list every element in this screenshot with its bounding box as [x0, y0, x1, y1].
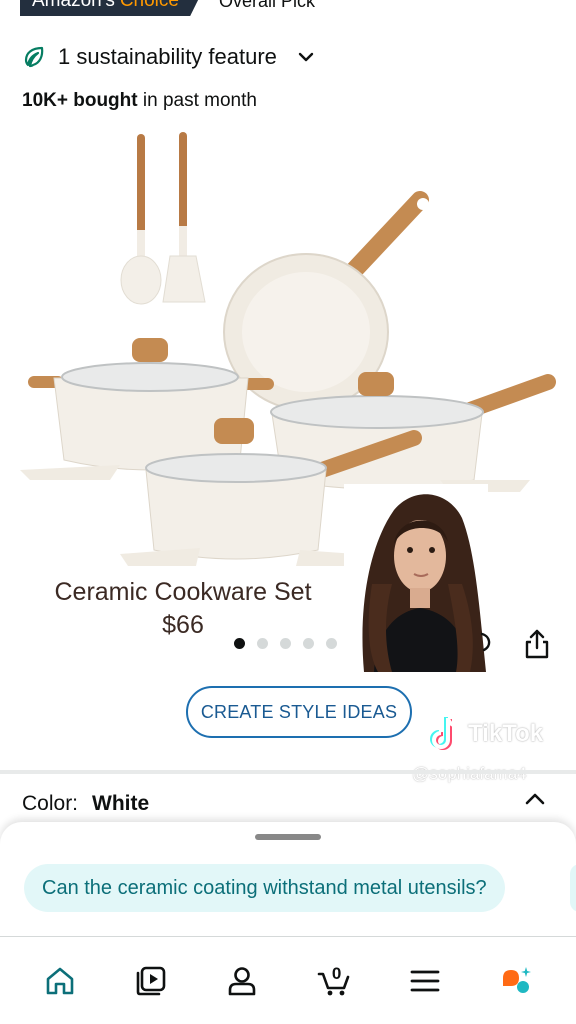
tiktok-handle: @sophiafama4: [412, 764, 527, 784]
cart-count: 0: [331, 963, 342, 983]
next-question-chip[interactable]: [570, 864, 576, 912]
product-caption: Ceramic Cookware Set $66: [28, 578, 338, 640]
nav-video[interactable]: [121, 951, 181, 1011]
bought-suffix: in past month: [142, 90, 257, 111]
chevron-down-icon: [298, 52, 314, 62]
sustainability-row[interactable]: 1 sustainability feature: [22, 44, 315, 70]
nav-account[interactable]: [212, 951, 272, 1011]
creator-video-overlay: [344, 484, 488, 672]
bottom-nav: 0: [0, 936, 576, 1024]
product-price: $66: [162, 611, 204, 639]
carousel-dot[interactable]: [257, 638, 268, 649]
carousel-dot[interactable]: [303, 638, 314, 649]
carousel-dot[interactable]: [234, 638, 245, 649]
nav-home[interactable]: [30, 951, 90, 1011]
sustainability-label: 1 sustainability feature: [58, 44, 277, 69]
color-value: White: [92, 792, 150, 815]
color-selector[interactable]: Color: White: [22, 792, 149, 816]
sheet-drag-handle[interactable]: [255, 834, 321, 840]
nav-menu[interactable]: [395, 951, 455, 1011]
nav-rufus[interactable]: [486, 951, 546, 1011]
leaf-icon: [24, 46, 44, 68]
product-title: Ceramic Cookware Set: [54, 578, 312, 606]
tiktok-logo-icon: [430, 717, 459, 750]
assistant-bottom-sheet: Can the ceramic coating withstand metal …: [0, 822, 576, 938]
product-page: Amazon's Choice Overall Pick 1 sustainab…: [0, 0, 576, 1024]
choice-badge-accent: Choice: [119, 0, 179, 11]
video-icon: [136, 966, 166, 995]
tiktok-watermark: TikTok: [428, 714, 543, 754]
amazons-choice-badge[interactable]: Amazon's Choice: [20, 0, 205, 16]
tiktok-brand: TikTok: [468, 720, 544, 747]
overall-pick-label: Overall Pick: [218, 0, 316, 11]
ladle-utensil: [120, 134, 162, 305]
chevron-up-icon[interactable]: [524, 790, 546, 808]
person-icon: [229, 966, 256, 995]
suggested-question-chip[interactable]: Can the ceramic coating withstand metal …: [24, 864, 505, 912]
nav-cart[interactable]: 0: [304, 951, 364, 1011]
spatula-utensil: [162, 132, 206, 303]
bought-in-past-month: 10K+ bought in past month: [22, 90, 257, 112]
section-divider: [0, 770, 576, 774]
choice-badge-prefix: Amazon's: [32, 0, 115, 11]
heart-icon[interactable]: [480, 630, 494, 654]
menu-icon: [410, 970, 440, 991]
carousel-dot[interactable]: [280, 638, 291, 649]
badge-row: Amazon's Choice Overall Pick: [20, 0, 315, 16]
create-style-ideas-button[interactable]: CREATE STYLE IDEAS: [186, 686, 412, 738]
rufus-icon: [503, 966, 532, 993]
home-icon: [46, 967, 73, 994]
carousel-dot[interactable]: [326, 638, 337, 649]
bought-count: 10K+ bought: [22, 90, 138, 111]
product-image[interactable]: [0, 120, 576, 590]
share-icon[interactable]: [522, 628, 552, 660]
carousel-dots[interactable]: [234, 638, 337, 649]
color-label: Color:: [22, 792, 79, 815]
